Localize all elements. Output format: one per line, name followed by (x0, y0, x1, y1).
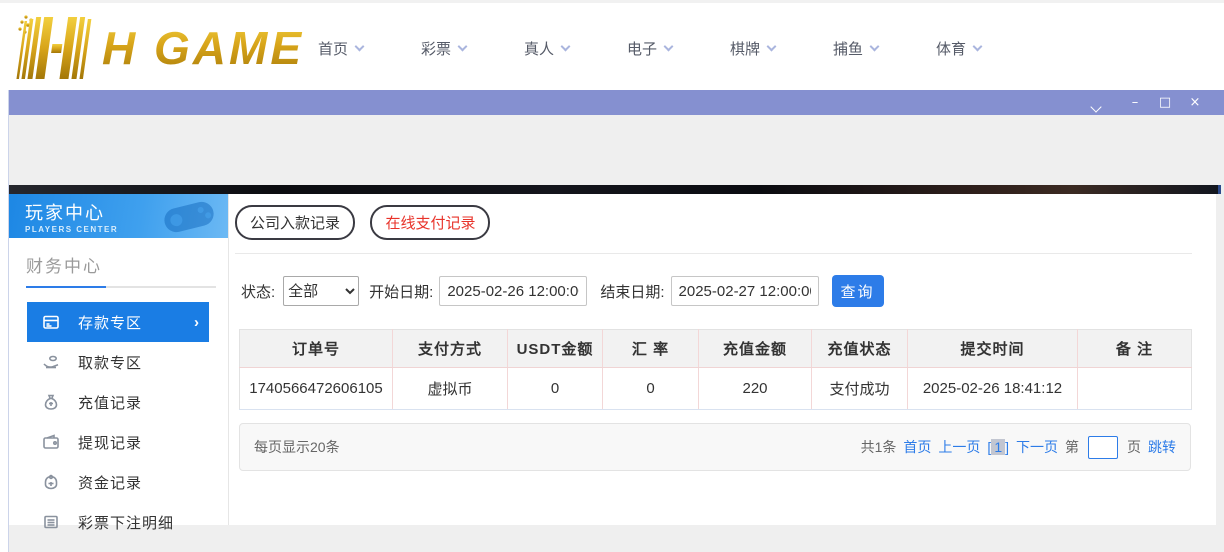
sidebar: 玩家中心 PLAYERS CENTER 财务中心 存款专区 › 取款专区 充值记… (9, 194, 229, 532)
start-date-input[interactable] (439, 276, 588, 306)
chevron-down-icon (457, 41, 468, 52)
main-nav: 首页 彩票 真人 电子 棋牌 捕鱼 体育 (318, 3, 1039, 93)
status-select[interactable]: 全部 (283, 276, 360, 306)
minimize-icon[interactable]: – (1120, 90, 1150, 115)
tab-company-deposit-records[interactable]: 公司入款记录 (235, 205, 356, 240)
pagination-bar: 每页显示20条 共1条 首页 上一页 [1] 下一页 第 页 跳转 (239, 423, 1191, 471)
next-page-link[interactable]: 下一页 (1016, 437, 1058, 457)
window-toolbar-area (9, 115, 1224, 185)
logo-text: H GAME (102, 13, 304, 83)
chevron-down-icon (354, 41, 365, 52)
per-page-label: 每页显示20条 (254, 439, 340, 455)
withdraw-hand-icon (43, 355, 59, 369)
finance-center-label: 财务中心 (26, 257, 102, 276)
sidebar-item-lottery-bet-detail[interactable]: 彩票下注明细 (27, 502, 209, 542)
nav-item-sports[interactable]: 体育 (936, 38, 1039, 59)
cell-recharge-amount: 220 (698, 367, 812, 410)
chevron-down-icon (560, 41, 571, 52)
cell-usdt-amount: 0 (507, 367, 603, 410)
filter-bar: 状态: 全部 开始日期: 结束日期: 查询 (241, 275, 1192, 307)
col-recharge-status: 充值状态 (811, 329, 908, 368)
deposit-card-icon (43, 315, 59, 329)
sidebar-divider (26, 286, 216, 288)
total-count-label: 共1条 (860, 439, 897, 455)
cell-exchange-rate: 0 (602, 367, 699, 410)
status-label: 状态: (241, 283, 276, 301)
recharge-moneybag-icon (44, 394, 58, 410)
close-icon[interactable]: × (1180, 90, 1210, 115)
cell-payment-method: 虚拟币 (392, 367, 508, 410)
site-header: H GAME 首页 彩票 真人 电子 棋牌 捕鱼 体育 (0, 0, 1224, 90)
cell-submit-time: 2025-02-26 18:41:12 (907, 367, 1078, 410)
jump-suffix-label: 页 (1127, 439, 1141, 455)
cell-order-id: 1740566472606105 (239, 367, 393, 410)
chevron-down-icon (972, 41, 983, 52)
payment-records-table: 订单号 支付方式 USDT金额 汇 率 充值金额 充值状态 提交时间 备 注 1… (239, 329, 1192, 410)
nav-item-slots[interactable]: 电子 (627, 38, 730, 59)
tab-online-payment-records[interactable]: 在线支付记录 (370, 205, 491, 240)
cell-remark (1077, 367, 1192, 410)
table-row: 1740566472606105 虚拟币 0 0 220 支付成功 2025-0… (239, 367, 1192, 410)
current-page-indicator: [1] (987, 439, 1009, 455)
nav-item-chess[interactable]: 棋牌 (730, 38, 833, 59)
player-center-window: – □ × 玩家中心 PLAYERS CENTER 财务中心 存款专区 › 取款… (8, 90, 1224, 552)
gamepad-icon (164, 201, 214, 233)
pagination-controls: 共1条 首页 上一页 [1] 下一页 第 页 跳转 (860, 435, 1176, 459)
col-submit-time: 提交时间 (907, 329, 1078, 368)
sidebar-item-withdraw-zone[interactable]: 取款专区 (27, 342, 209, 382)
nav-item-lottery[interactable]: 彩票 (421, 38, 524, 59)
col-order-id: 订单号 (239, 329, 393, 368)
chevron-down-icon (766, 41, 777, 52)
sidebar-item-deposit-zone[interactable]: 存款专区 › (27, 302, 209, 342)
col-payment-method: 支付方式 (392, 329, 508, 368)
chevron-right-icon: › (194, 313, 199, 331)
col-exchange-rate: 汇 率 (602, 329, 699, 368)
sidebar-menu: 存款专区 › 取款专区 充值记录 提现记录 资金记录 彩票下注明细 (9, 294, 228, 542)
main-content: 公司入款记录 在线支付记录 状态: 全部 开始日期: 结束日期: 查询 (229, 194, 1216, 525)
dark-banner (9, 185, 1221, 194)
window-titlebar: – □ × (9, 90, 1224, 115)
lottery-bet-list-icon (44, 515, 58, 529)
col-usdt-amount: USDT金额 (507, 329, 603, 368)
first-page-link[interactable]: 首页 (903, 437, 931, 457)
search-button[interactable]: 查询 (831, 275, 884, 307)
chevron-down-icon (869, 41, 880, 52)
logo[interactable]: H GAME (10, 11, 304, 83)
nav-item-live[interactable]: 真人 (524, 38, 627, 59)
table-header-row: 订单号 支付方式 USDT金额 汇 率 充值金额 充值状态 提交时间 备 注 (239, 329, 1192, 368)
jump-link[interactable]: 跳转 (1148, 437, 1176, 457)
hh-logo-emblem (16, 15, 92, 79)
end-date-label: 结束日期: (600, 283, 665, 301)
prev-page-link[interactable]: 上一页 (938, 437, 980, 457)
cell-recharge-status: 支付成功 (811, 367, 908, 410)
withdraw-record-wallet-icon (43, 434, 59, 449)
col-recharge-amount: 充值金额 (698, 329, 812, 368)
page-number-input[interactable] (1088, 435, 1118, 459)
funds-purse-icon (44, 474, 58, 490)
end-date-input[interactable] (670, 276, 819, 306)
window-collapse-icon[interactable] (1090, 100, 1102, 113)
nav-item-fishing[interactable]: 捕鱼 (833, 38, 936, 59)
start-date-label: 开始日期: (369, 283, 434, 301)
jump-prefix-label: 第 (1065, 439, 1079, 455)
col-remark: 备 注 (1077, 329, 1192, 368)
sidebar-item-recharge-records[interactable]: 充值记录 (27, 382, 209, 422)
sidebar-item-withdrawal-records[interactable]: 提现记录 (27, 422, 209, 462)
nav-item-home[interactable]: 首页 (318, 38, 421, 59)
sidebar-item-funds-records[interactable]: 资金记录 (27, 462, 209, 502)
chevron-down-icon (663, 41, 674, 52)
maximize-icon[interactable]: □ (1150, 90, 1180, 115)
sidebar-header: 玩家中心 PLAYERS CENTER (9, 194, 228, 238)
record-tabs: 公司入款记录 在线支付记录 (235, 202, 1192, 254)
